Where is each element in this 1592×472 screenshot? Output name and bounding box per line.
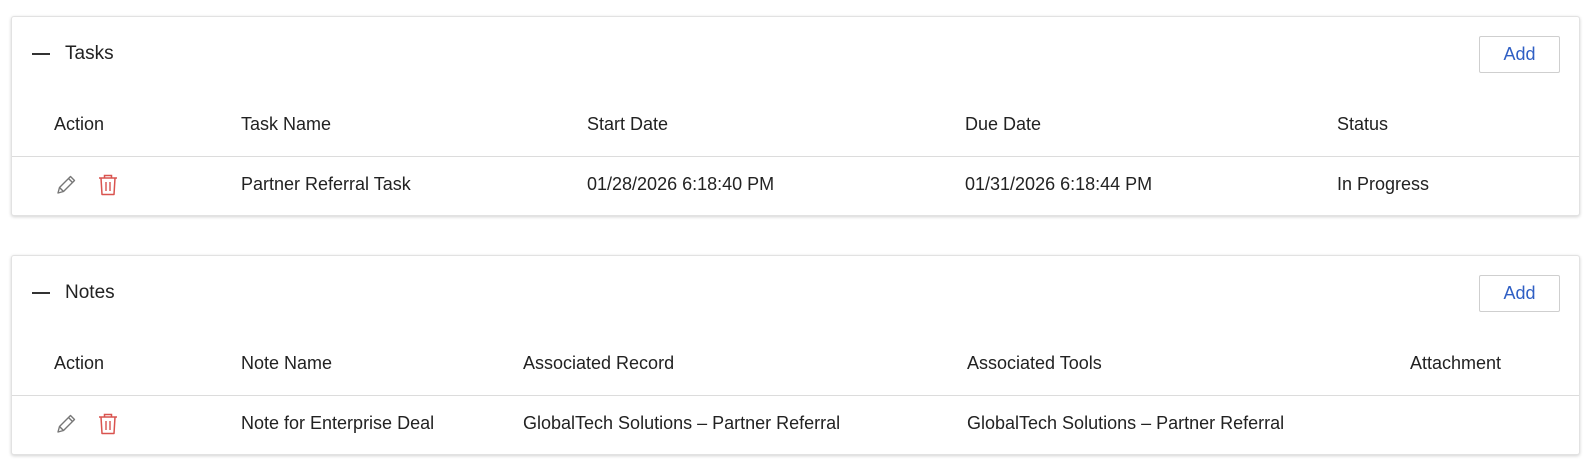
- notes-panel-header: Notes Add: [12, 256, 1579, 332]
- column-header-attachment[interactable]: Attachment: [1410, 353, 1501, 374]
- task-name-link[interactable]: Partner Referral Task: [241, 174, 411, 195]
- pencil-icon[interactable]: [54, 172, 78, 198]
- collapse-minus-icon[interactable]: [32, 53, 50, 55]
- column-header-start-date[interactable]: Start Date: [587, 114, 668, 135]
- tasks-table-header: Action Task Name Start Date Due Date Sta…: [12, 93, 1579, 157]
- table-row: Partner Referral Task 01/28/2026 6:18:40…: [12, 157, 1579, 215]
- column-header-due-date[interactable]: Due Date: [965, 114, 1041, 135]
- column-header-action: Action: [54, 353, 105, 373]
- note-name-link[interactable]: Note for Enterprise Deal: [241, 413, 434, 434]
- task-due-date: 01/31/2026 6:18:44 PM: [965, 174, 1153, 194]
- task-status: In Progress: [1337, 174, 1430, 194]
- task-start-date: 01/28/2026 6:18:40 PM: [587, 174, 775, 194]
- row-actions: [54, 172, 124, 198]
- pencil-icon[interactable]: [54, 411, 78, 437]
- column-header-associated-record[interactable]: Associated Record: [523, 353, 674, 374]
- trash-icon[interactable]: [97, 411, 119, 437]
- trash-icon[interactable]: [97, 172, 119, 198]
- tasks-panel-title: Tasks: [65, 43, 114, 64]
- add-task-button[interactable]: Add: [1479, 36, 1560, 73]
- column-header-status[interactable]: Status: [1337, 114, 1388, 135]
- collapse-minus-icon[interactable]: [32, 292, 50, 294]
- tasks-panel: Tasks Add Action Task Name Start Date Du…: [11, 16, 1580, 216]
- notes-panel-title: Notes: [65, 282, 115, 303]
- column-header-associated-tools[interactable]: Associated Tools: [967, 353, 1102, 374]
- add-note-button[interactable]: Add: [1479, 275, 1560, 312]
- notes-table-header: Action Note Name Associated Record Assoc…: [12, 332, 1579, 396]
- tasks-panel-header: Tasks Add: [12, 17, 1579, 93]
- column-header-task-name[interactable]: Task Name: [241, 114, 331, 135]
- associated-record-link[interactable]: GlobalTech Solutions – Partner Referral: [523, 413, 840, 434]
- column-header-note-name[interactable]: Note Name: [241, 353, 332, 374]
- table-row: Note for Enterprise Deal GlobalTech Solu…: [12, 396, 1579, 454]
- column-header-action: Action: [54, 114, 105, 134]
- row-actions: [54, 411, 124, 437]
- notes-panel: Notes Add Action Note Name Associated Re…: [11, 255, 1580, 455]
- associated-tools-link[interactable]: GlobalTech Solutions – Partner Referral: [967, 413, 1284, 434]
